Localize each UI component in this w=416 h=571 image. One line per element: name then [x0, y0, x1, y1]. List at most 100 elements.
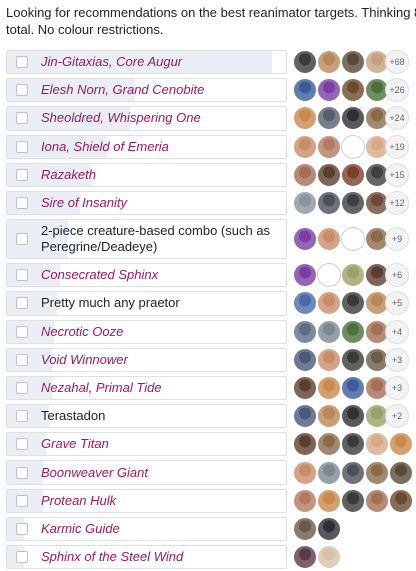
poll-option[interactable]: Consecrated Sphinx	[6, 263, 287, 288]
poll-option[interactable]: Boonweaver Giant	[6, 460, 287, 485]
more-voters-button[interactable]: +9	[385, 227, 409, 252]
voter-avatar[interactable]	[293, 375, 317, 400]
poll-option-checkbox[interactable]	[16, 84, 28, 97]
voter-avatar[interactable]	[317, 263, 341, 288]
voter-avatar[interactable]	[293, 488, 317, 513]
more-voters-button[interactable]: +6	[385, 263, 409, 288]
voter-avatar[interactable]	[341, 162, 365, 187]
poll-option[interactable]: Terastadon	[6, 404, 287, 429]
poll-option-checkbox[interactable]	[16, 325, 28, 338]
poll-option-checkbox[interactable]	[16, 381, 28, 394]
voter-avatar[interactable]	[341, 319, 365, 344]
poll-option[interactable]: Void Winnower	[6, 347, 287, 372]
poll-option-checkbox[interactable]	[16, 438, 28, 451]
voter-avatar[interactable]	[365, 432, 389, 457]
poll-option-checkbox[interactable]	[16, 140, 28, 153]
poll-option[interactable]: Necrotic Ooze	[6, 319, 287, 344]
poll-option[interactable]: Protean Hulk	[6, 488, 287, 513]
voter-avatar[interactable]	[341, 347, 365, 372]
poll-option[interactable]: Sphinx of the Steel Wind	[6, 545, 287, 570]
voter-avatar[interactable]	[365, 488, 389, 513]
poll-option[interactable]: Sire of Insanity	[6, 190, 287, 216]
more-voters-button[interactable]: +12	[385, 191, 409, 216]
voter-avatar[interactable]	[293, 263, 317, 288]
poll-option[interactable]: Grave Titan	[6, 432, 287, 457]
voter-avatar[interactable]	[293, 460, 317, 485]
voter-avatar[interactable]	[365, 460, 389, 485]
voter-avatar[interactable]	[293, 162, 317, 187]
voter-avatar[interactable]	[293, 516, 317, 541]
poll-option-checkbox[interactable]	[16, 466, 28, 479]
voter-avatar[interactable]	[341, 375, 365, 400]
voter-avatar[interactable]	[293, 404, 317, 429]
voter-avatar[interactable]	[317, 347, 341, 372]
voter-avatar[interactable]	[317, 50, 341, 75]
voter-avatar[interactable]	[317, 460, 341, 485]
voter-avatar[interactable]	[293, 191, 317, 216]
poll-option[interactable]: Iona, Shield of Emeria	[6, 134, 287, 159]
voter-avatar[interactable]	[293, 319, 317, 344]
voter-avatar[interactable]	[317, 545, 341, 570]
poll-option-checkbox[interactable]	[16, 56, 28, 69]
more-voters-button[interactable]: +19	[385, 134, 409, 159]
voter-avatar[interactable]	[341, 263, 365, 288]
voter-avatar[interactable]	[317, 162, 341, 187]
poll-option-checkbox[interactable]	[16, 269, 28, 282]
poll-option-checkbox[interactable]	[16, 233, 28, 246]
voter-avatar[interactable]	[341, 191, 365, 216]
voter-avatar[interactable]	[341, 488, 365, 513]
voter-avatar[interactable]	[341, 78, 365, 103]
poll-option-checkbox[interactable]	[16, 112, 28, 125]
voter-avatar[interactable]	[341, 106, 365, 131]
voter-avatar[interactable]	[389, 460, 413, 485]
voter-avatar[interactable]	[293, 134, 317, 159]
voter-avatar[interactable]	[293, 227, 317, 252]
poll-option[interactable]: Nezahal, Primal Tide	[6, 375, 287, 401]
voter-avatar[interactable]	[293, 347, 317, 372]
poll-option[interactable]: Pretty much any praetor	[6, 291, 287, 316]
voter-avatar[interactable]	[317, 516, 341, 541]
voter-avatar[interactable]	[317, 106, 341, 131]
voter-avatar[interactable]	[389, 488, 413, 513]
voter-avatar[interactable]	[317, 375, 341, 400]
more-voters-button[interactable]: +3	[385, 375, 409, 400]
voter-avatar[interactable]	[317, 488, 341, 513]
more-voters-button[interactable]: +15	[385, 162, 409, 187]
more-voters-button[interactable]: +5	[385, 291, 409, 316]
voter-avatar[interactable]	[341, 460, 365, 485]
poll-option-checkbox[interactable]	[16, 522, 28, 535]
poll-option-checkbox[interactable]	[16, 494, 28, 507]
voter-avatar[interactable]	[317, 78, 341, 103]
voter-avatar[interactable]	[341, 291, 365, 316]
more-voters-button[interactable]: +3	[385, 347, 409, 372]
poll-option-checkbox[interactable]	[16, 551, 28, 564]
poll-option-checkbox[interactable]	[16, 168, 28, 181]
voter-avatar[interactable]	[317, 319, 341, 344]
voter-avatar[interactable]	[317, 432, 341, 457]
voter-avatar[interactable]	[389, 432, 413, 457]
poll-option[interactable]: Jin-Gitaxias, Core Augur	[6, 50, 287, 75]
voter-avatar[interactable]	[341, 404, 365, 429]
voter-avatar[interactable]	[341, 432, 365, 457]
more-voters-button[interactable]: +68	[385, 50, 409, 75]
more-voters-button[interactable]: +26	[385, 78, 409, 103]
poll-option-checkbox[interactable]	[16, 297, 28, 310]
poll-option[interactable]: Elesh Norn, Grand Cenobite	[6, 78, 287, 103]
voter-avatar[interactable]	[293, 106, 317, 131]
voter-avatar[interactable]	[317, 134, 341, 159]
voter-avatar[interactable]	[317, 291, 341, 316]
voter-avatar[interactable]	[317, 191, 341, 216]
more-voters-button[interactable]: +24	[385, 106, 409, 131]
poll-option[interactable]: Karmic Guide	[6, 516, 287, 541]
poll-option-checkbox[interactable]	[16, 410, 28, 423]
voter-avatar[interactable]	[341, 134, 365, 159]
voter-avatar[interactable]	[341, 50, 365, 75]
poll-option-checkbox[interactable]	[16, 353, 28, 366]
voter-avatar[interactable]	[293, 78, 317, 103]
more-voters-button[interactable]: +2	[385, 404, 409, 429]
more-voters-button[interactable]: +4	[385, 319, 409, 344]
poll-option[interactable]: Sheoldred, Whispering One	[6, 106, 287, 131]
voter-avatar[interactable]	[293, 291, 317, 316]
poll-option[interactable]: 2-piece creature-based combo (such as Pe…	[6, 219, 287, 260]
voter-avatar[interactable]	[341, 227, 365, 252]
